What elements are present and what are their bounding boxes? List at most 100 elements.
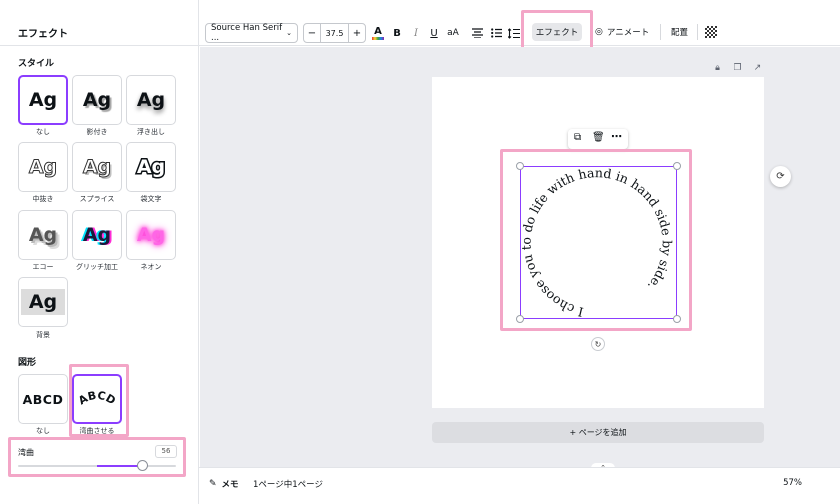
more-icon[interactable]: ⋯: [611, 130, 622, 143]
effects-panel: エフェクト スタイル Ag なし Ag 影付き Ag 浮き出し Ag 中抜き A…: [0, 0, 199, 504]
shape-sample: ABCD: [76, 389, 118, 408]
resize-handle-tl[interactable]: [516, 162, 524, 170]
style-sample: Ag: [28, 156, 58, 179]
curved-abcd-sample: ABCD: [76, 389, 118, 408]
curve-slider-thumb[interactable]: [137, 460, 148, 471]
style-none-tile[interactable]: Ag: [18, 75, 68, 125]
style-label: なし: [36, 128, 50, 136]
copy-icon[interactable]: ⧉: [574, 132, 581, 143]
style-sample: Ag: [20, 289, 66, 315]
font-name: Source Han Serif ...: [211, 23, 283, 43]
style-label: 背景: [36, 331, 50, 339]
style-sample: Ag: [82, 224, 112, 246]
style-label: 袋文字: [140, 195, 162, 203]
memo-label: メモ: [221, 480, 239, 490]
size-increase-button[interactable]: +: [349, 24, 365, 42]
resize-handle-tr[interactable]: [673, 162, 681, 170]
style-sample: Ag: [82, 156, 112, 179]
style-sample: Ag: [82, 89, 112, 111]
shape-label: 湾曲させる: [79, 427, 115, 435]
panel-header: エフェクト: [0, 0, 199, 46]
style-label: ネオン: [140, 263, 162, 271]
resize-handle-br[interactable]: [673, 315, 681, 323]
style-sample: Ag: [136, 89, 166, 111]
animate-label: アニメート: [606, 28, 650, 38]
style-echo-tile[interactable]: Ag: [18, 210, 68, 260]
style-sample: Ag: [28, 89, 58, 111]
top-toolbar: Source Han Serif ... ⌄ − 37.5 + A B I U …: [199, 0, 840, 46]
refresh-icon[interactable]: ⟳: [770, 166, 791, 187]
italic-button[interactable]: I: [409, 24, 423, 42]
toolbar-divider: [660, 24, 661, 40]
curved-text-graphic: I choose you to do life with hand in han…: [520, 166, 675, 319]
style-section-title: スタイル: [18, 59, 55, 69]
style-sample: Ag: [28, 224, 58, 246]
trash-icon[interactable]: 🗑︎: [592, 132, 605, 143]
shape-label: なし: [36, 427, 50, 435]
curved-text: I choose you to do life with hand in han…: [520, 166, 675, 319]
style-sample: Ag: [136, 224, 166, 246]
animate-button[interactable]: ◎ アニメート: [595, 23, 649, 41]
style-splice-tile[interactable]: Ag: [72, 142, 122, 192]
style-hollow-tile[interactable]: Ag: [18, 142, 68, 192]
style-label: グリッチ加工: [76, 263, 118, 271]
style-sample: Ag: [135, 155, 166, 180]
chevron-down-icon: ⌄: [286, 29, 292, 37]
curve-label: 湾曲: [18, 448, 34, 457]
font-select[interactable]: Source Han Serif ... ⌄: [205, 23, 298, 43]
toolbar-divider: [697, 24, 698, 40]
style-label: スプライス: [79, 195, 115, 203]
curve-slider-fill: [97, 465, 142, 467]
style-label: エコー: [32, 263, 54, 271]
resize-handle-bl[interactable]: [516, 315, 524, 323]
style-lift-tile[interactable]: Ag: [126, 75, 176, 125]
text-selection-box[interactable]: I choose you to do life with hand in han…: [516, 162, 681, 323]
element-floating-menu: ⧉ 🗑︎ ⋯: [568, 129, 628, 149]
arrange-button[interactable]: 配置: [671, 23, 688, 41]
align-center-icon: [471, 28, 483, 38]
effect-button[interactable]: エフェクト: [532, 23, 582, 41]
add-page-button[interactable]: + ページを追加: [432, 422, 764, 443]
style-background-tile[interactable]: Ag: [18, 277, 68, 327]
text-color-button[interactable]: A: [371, 24, 385, 42]
zoom-level[interactable]: 57%: [783, 478, 802, 488]
style-glitch-tile[interactable]: Ag: [72, 210, 122, 260]
rotate-icon[interactable]: ↻: [591, 337, 605, 351]
footer-bar: ✎ メモ 1ページ中1ページ 57%: [199, 467, 840, 504]
bullet-list-icon: [490, 28, 502, 38]
list-button[interactable]: [489, 24, 503, 42]
shape-none-tile[interactable]: ABCD: [18, 374, 68, 424]
shape-sample: ABCD: [22, 391, 64, 407]
style-label: 中抜き: [32, 195, 54, 203]
style-outline-tile[interactable]: Ag: [126, 142, 176, 192]
animate-icon: ◎: [595, 27, 603, 37]
bold-button[interactable]: B: [390, 24, 404, 42]
color-bar-icon: [372, 36, 384, 40]
svg-text:I choose you to do life with h: I choose you to do life with hand in han…: [520, 166, 675, 319]
font-size-value[interactable]: 37.5: [320, 24, 349, 42]
line-spacing-icon: [508, 27, 520, 39]
style-shadow-tile[interactable]: Ag: [72, 75, 122, 125]
underline-button[interactable]: U: [427, 24, 441, 42]
shape-curve-tile[interactable]: ABCD: [72, 374, 122, 424]
spacing-button[interactable]: [507, 24, 521, 42]
shape-section-title: 図形: [18, 358, 37, 368]
text-color-icon: A: [374, 25, 382, 37]
style-neon-tile[interactable]: Ag: [126, 210, 176, 260]
note-icon: ✎: [209, 479, 217, 489]
font-size-stepper: − 37.5 +: [303, 23, 366, 43]
memo-button[interactable]: ✎ メモ: [209, 478, 239, 490]
letter-case-button[interactable]: aA: [445, 24, 461, 42]
style-label: 影付き: [86, 128, 108, 136]
duplicate-page-icon[interactable]: ❐: [732, 62, 743, 73]
curve-value-input[interactable]: 56: [155, 445, 177, 458]
size-decrease-button[interactable]: −: [304, 24, 320, 42]
svg-text:ABCD: ABCD: [76, 389, 118, 408]
lock-icon[interactable]: 🔒︎: [712, 62, 723, 73]
align-button[interactable]: [470, 24, 484, 42]
transparency-icon[interactable]: [705, 26, 717, 38]
page-count: 1ページ中1ページ: [253, 480, 323, 490]
panel-title: エフェクト: [18, 29, 68, 40]
share-page-icon[interactable]: ↗: [752, 62, 763, 73]
style-label: 浮き出し: [137, 128, 165, 136]
